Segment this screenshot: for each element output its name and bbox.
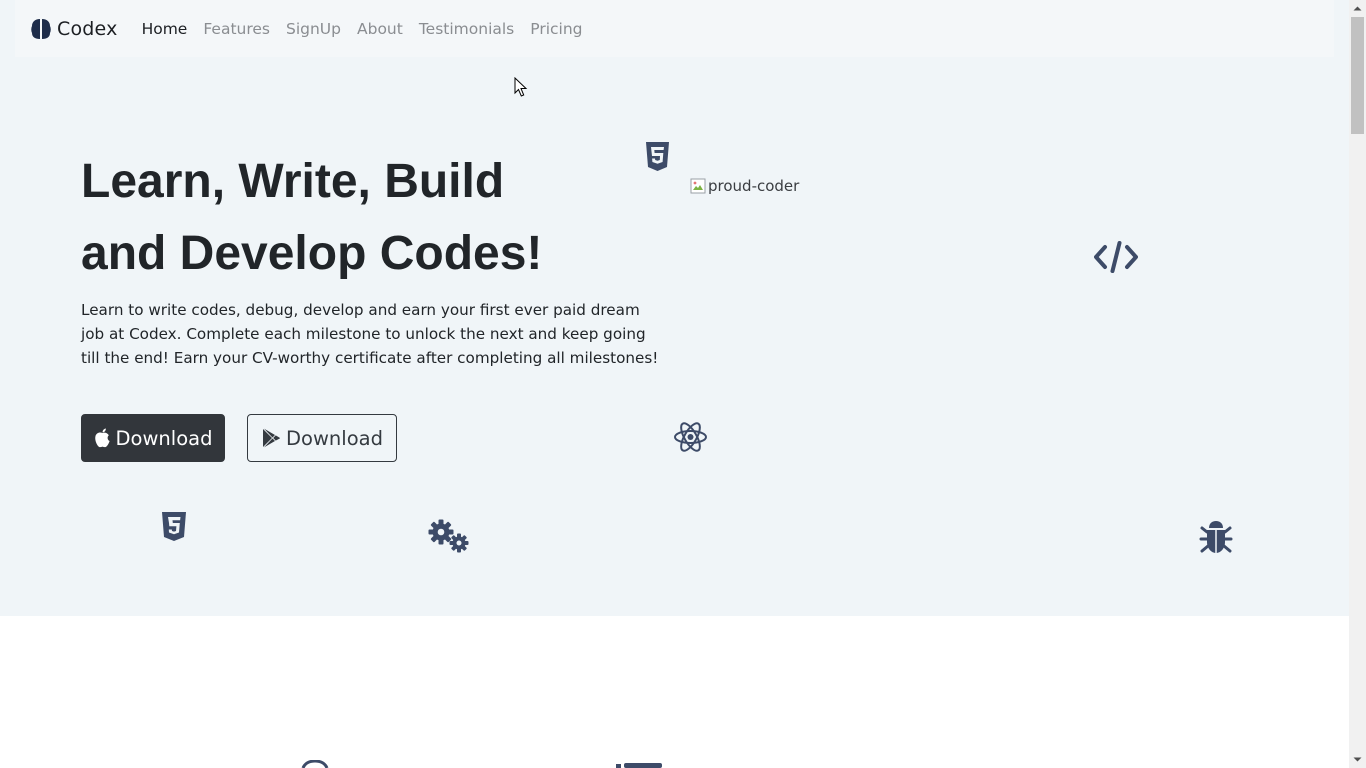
brand-link[interactable]: Codex bbox=[31, 18, 118, 40]
google-play-download-button[interactable]: Download bbox=[247, 414, 397, 462]
apple-download-label: Download bbox=[115, 426, 213, 450]
scroll-down-arrow-icon[interactable] bbox=[1349, 751, 1366, 768]
navbar: Codex Home Features SignUp About Testimo… bbox=[15, 0, 1334, 57]
hero-title: Learn, Write, Build and Develop Codes! bbox=[81, 146, 641, 290]
feature-icon-peek-right bbox=[616, 763, 662, 768]
proud-coder-alt-text: proud-coder bbox=[708, 177, 800, 195]
nav-link-about[interactable]: About bbox=[357, 20, 403, 38]
nav-link-features[interactable]: Features bbox=[203, 20, 270, 38]
code-icon bbox=[1094, 241, 1138, 273]
feature-icon-peek-left bbox=[301, 760, 329, 768]
hero-description: Learn to write codes, debug, develop and… bbox=[81, 301, 659, 367]
nav-link-home[interactable]: Home bbox=[142, 20, 188, 38]
brand-name: Codex bbox=[57, 17, 118, 40]
apple-icon bbox=[94, 428, 110, 448]
proud-coder-image: proud-coder bbox=[690, 177, 799, 195]
scroll-up-arrow-icon[interactable] bbox=[1349, 0, 1366, 17]
gears-icon bbox=[428, 519, 469, 553]
mouse-cursor-icon bbox=[514, 77, 528, 97]
brain-icon bbox=[31, 18, 51, 40]
broken-image-icon bbox=[690, 178, 706, 194]
nav-link-pricing[interactable]: Pricing bbox=[530, 20, 582, 38]
html5-icon bbox=[646, 142, 669, 171]
google-play-download-label: Download bbox=[286, 426, 383, 450]
hero-section: Codex Home Features SignUp About Testimo… bbox=[0, 0, 1349, 616]
vertical-scrollbar[interactable] bbox=[1349, 0, 1366, 768]
hero-title-line-1: Learn, Write, Build bbox=[81, 155, 505, 208]
bug-icon bbox=[1199, 521, 1233, 553]
nav-link-testimonials[interactable]: Testimonials bbox=[419, 20, 514, 38]
react-icon bbox=[674, 422, 707, 452]
css3-icon bbox=[162, 512, 186, 541]
hero-title-line-2: and Develop Codes! bbox=[81, 227, 543, 280]
nav-link-signup[interactable]: SignUp bbox=[286, 20, 341, 38]
page: Codex Home Features SignUp About Testimo… bbox=[0, 0, 1349, 768]
scrollbar-thumb[interactable] bbox=[1351, 17, 1364, 134]
apple-download-button[interactable]: Download bbox=[81, 414, 225, 462]
google-play-icon bbox=[263, 428, 280, 448]
